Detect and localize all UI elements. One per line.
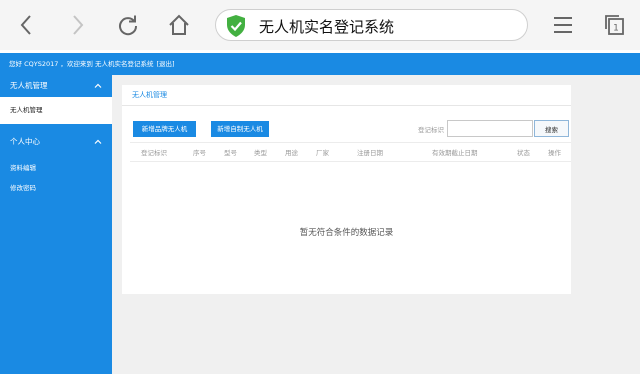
page-title: 无人机实名登记系统 (259, 18, 395, 36)
sidebar-item-drone-management[interactable]: 无人机管理 (0, 97, 112, 124)
address-bar[interactable]: 无人机实名登记系统 (215, 9, 528, 41)
menu-icon (554, 17, 572, 33)
column-header-index: 序号 (193, 149, 206, 157)
tabs-icon: 1 (605, 15, 624, 35)
back-icon (20, 15, 31, 35)
divider (130, 142, 571, 143)
home-icon (169, 14, 189, 35)
main-content: 无人机管理 新增品牌无人机 新增自制无人机 登记标识 搜索 登记标识 序号 型号… (112, 75, 640, 374)
search-button[interactable]: 搜索 (534, 120, 569, 137)
column-header-register-date: 注册日期 (357, 149, 383, 157)
panel-title: 无人机管理 (132, 91, 167, 99)
welcome-text: 您好 CQYS2017 ，欢迎来到 无人机实名登记系统 (9, 60, 154, 68)
tab-count: 1 (613, 24, 619, 34)
browser-toolbar: 无人机实名登记系统 1 (0, 0, 640, 50)
home-button[interactable] (161, 8, 197, 42)
drone-management-panel: 无人机管理 新增品牌无人机 新增自制无人机 登记标识 搜索 登记标识 序号 型号… (122, 85, 571, 294)
column-header-model: 型号 (224, 149, 237, 157)
back-button[interactable] (8, 8, 44, 42)
empty-state-message: 暂无符合条件的数据记录 (299, 228, 394, 238)
divider (122, 105, 571, 106)
reload-icon (119, 15, 138, 36)
column-header-usage: 用途 (285, 149, 298, 157)
column-header-registration-id: 登记标识 (141, 149, 167, 157)
column-header-type: 类型 (254, 149, 267, 157)
column-header-actions: 操作 (548, 149, 561, 157)
column-header-status: 状态 (517, 149, 530, 157)
welcome-bar: 您好 CQYS2017 ，欢迎来到 无人机实名登记系统 [退出] (0, 53, 640, 75)
tabs-button[interactable]: 1 (597, 8, 633, 42)
sidebar-group-drone[interactable]: 无人机管理 (0, 75, 112, 97)
sidebar-item-change-password[interactable]: 修改密码 (0, 178, 112, 198)
shield-check-icon (227, 15, 245, 37)
search-input[interactable] (447, 120, 533, 137)
column-header-expiry-date: 有效期截止日期 (432, 149, 478, 157)
sidebar: 无人机管理 无人机管理 个人中心 资料编辑 修改密码 (0, 75, 112, 374)
search-label: 登记标识 (418, 126, 444, 134)
sidebar-item-edit-profile[interactable]: 资料编辑 (0, 158, 112, 178)
column-header-manufacturer: 厂家 (316, 149, 329, 157)
forward-icon (73, 15, 84, 35)
add-custom-drone-button[interactable]: 新增自制无人机 (211, 121, 269, 137)
logout-link[interactable]: [退出] (157, 60, 175, 68)
sidebar-group-label: 个人中心 (10, 137, 40, 146)
menu-button[interactable] (545, 8, 581, 42)
chevron-up-icon (94, 83, 102, 88)
chevron-up-icon (94, 139, 102, 144)
forward-button[interactable] (60, 8, 96, 42)
sidebar-group-personal[interactable]: 个人中心 (0, 131, 112, 153)
divider (130, 161, 571, 162)
reload-button[interactable] (110, 8, 146, 42)
sidebar-group-label: 无人机管理 (10, 81, 48, 90)
add-brand-drone-button[interactable]: 新增品牌无人机 (133, 121, 196, 137)
